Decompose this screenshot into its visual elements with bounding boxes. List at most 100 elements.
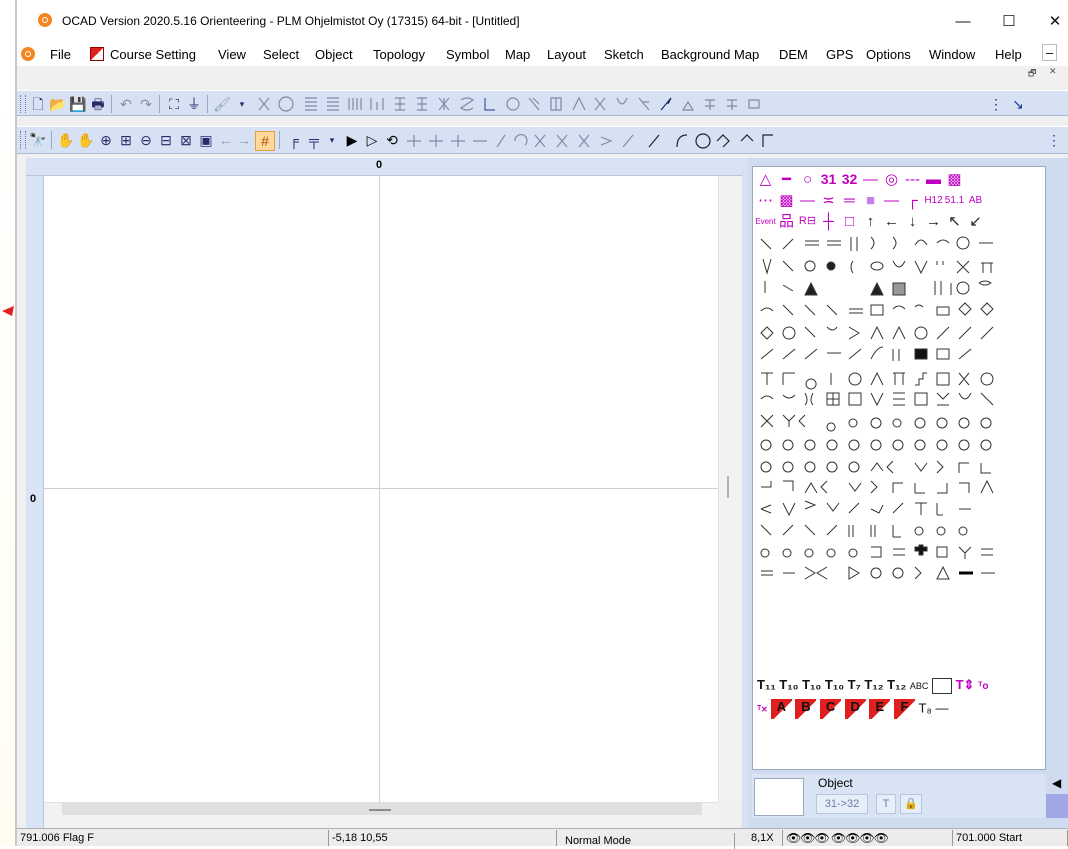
- symbol-dotted-line[interactable]: ⋯: [755, 190, 776, 211]
- select-outline-icon[interactable]: ▷: [363, 131, 381, 149]
- ruler2-icon[interactable]: ╤: [305, 131, 323, 149]
- zoom-all-icon[interactable]: ⊠: [177, 131, 195, 149]
- menu-sketch[interactable]: Sketch: [604, 47, 644, 62]
- vertical-scrollbar[interactable]: [718, 176, 742, 802]
- hand-zoom-icon[interactable]: ✋: [77, 131, 95, 149]
- course-label-flags-row[interactable]: ᵀ× A B C D E F T₈ —: [757, 699, 949, 719]
- status-mode[interactable]: Normal Mode: [557, 833, 735, 849]
- save-icon[interactable]: 💾: [69, 95, 87, 113]
- close-button[interactable]: ✕: [1038, 8, 1068, 36]
- menu-symbol[interactable]: Symbol: [446, 47, 489, 62]
- symbol-hatched-area[interactable]: ▩: [776, 190, 797, 211]
- minimize-button[interactable]: —: [946, 8, 980, 36]
- symbol-arrow-upleft[interactable]: ↖: [944, 211, 965, 232]
- scroll-thumb[interactable]: [727, 476, 729, 498]
- text-symbols-row[interactable]: T₁₁ T₁₀ T₁₀ T₁₀ T₇ T₁₂ T₁₂ ABC T⇕ ᵀo: [757, 677, 989, 694]
- symbol-line[interactable]: —: [881, 190, 902, 211]
- lasso-icon[interactable]: ⟲: [383, 131, 401, 149]
- select-arrow-icon[interactable]: ▶: [343, 131, 361, 149]
- frame-icon[interactable]: ⛶: [165, 95, 183, 113]
- symbol-forbidden-area[interactable]: ▩: [944, 169, 965, 190]
- symbol-arrow-right[interactable]: →: [923, 211, 944, 232]
- status-zoom[interactable]: 8,1X: [735, 830, 783, 846]
- panel-collapse-icon[interactable]: ◀: [1052, 776, 1064, 792]
- open-icon[interactable]: 📂: [49, 95, 67, 113]
- symbol-crossing[interactable]: ≍: [818, 190, 839, 211]
- symbol-finish[interactable]: ◎: [881, 169, 902, 190]
- maximize-button[interactable]: ☐: [992, 8, 1026, 36]
- symbol-dashed-line[interactable]: ---: [902, 169, 923, 190]
- brush-icon[interactable]: 🖌: [213, 95, 231, 113]
- symbol-event[interactable]: Event: [755, 211, 776, 232]
- menu-options[interactable]: Options: [866, 47, 911, 62]
- symbol-r-block[interactable]: 品: [776, 211, 797, 232]
- menu-course-setting[interactable]: Course Setting: [110, 47, 196, 62]
- mushroom-icon[interactable]: ⏚: [185, 95, 203, 113]
- print-icon[interactable]: 🖶: [89, 95, 107, 113]
- new-icon[interactable]: 🗋: [29, 95, 47, 113]
- undo-icon[interactable]: ↶: [117, 95, 135, 113]
- control-description-symbols[interactable]: [753, 233, 1047, 673]
- symbol-marked-route[interactable]: ▬: [923, 169, 944, 190]
- toolbar-more-icon[interactable]: ⋮: [1045, 131, 1063, 149]
- symbol-corner[interactable]: ┌: [902, 190, 923, 211]
- mdi-restore-button[interactable]: 🗗: [1028, 66, 1036, 82]
- symbol-line[interactable]: ━: [776, 169, 797, 190]
- ocad-menu-icon[interactable]: [21, 47, 35, 61]
- symbol-r-grid[interactable]: R⊟: [797, 211, 818, 232]
- zoom-in-icon[interactable]: ⊕: [97, 131, 115, 149]
- object-lock-icon[interactable]: 🔒: [900, 794, 922, 814]
- symbol-start-triangle[interactable]: △: [755, 169, 776, 190]
- symbol-square[interactable]: □: [839, 211, 860, 232]
- symbol-arrow-downleft[interactable]: ↙: [965, 211, 986, 232]
- symbol-grid[interactable]: △ ━ ○ 31 32 — ◎ --- ▬ ▩ ⋯ ▩ — ≍ ═ ■ — ┌ …: [752, 166, 1046, 770]
- toolbar-more-icon[interactable]: ⋮: [987, 95, 1005, 113]
- menu-view[interactable]: View: [218, 47, 246, 62]
- menu-select[interactable]: Select: [263, 47, 299, 62]
- symbol-arrow-down[interactable]: ↓: [902, 211, 923, 232]
- symbol-course-line[interactable]: —: [860, 169, 881, 190]
- symbol-filled-area[interactable]: ■: [860, 190, 881, 211]
- toolbar-grip[interactable]: [20, 95, 26, 113]
- menu-dem[interactable]: DEM: [779, 47, 808, 62]
- symbol-h12[interactable]: H12: [923, 190, 944, 211]
- menu-gps[interactable]: GPS: [826, 47, 853, 62]
- cursor-icon[interactable]: ↘: [1009, 95, 1027, 113]
- horizontal-scrollbar[interactable]: [44, 802, 718, 828]
- mdi-close-button[interactable]: ✕: [1049, 66, 1057, 77]
- symbol-arrow-up[interactable]: ↑: [860, 211, 881, 232]
- map-canvas[interactable]: [44, 176, 718, 802]
- zoom-out-icon[interactable]: ⊖: [137, 131, 155, 149]
- redo-icon[interactable]: ↷: [137, 95, 155, 113]
- menu-object[interactable]: Object: [315, 47, 353, 62]
- symbol-plus[interactable]: ┼: [818, 211, 839, 232]
- grid-snap-icon[interactable]: #: [255, 131, 275, 151]
- zoom-box-icon[interactable]: ▣: [197, 131, 215, 149]
- scroll-thumb[interactable]: [369, 809, 391, 811]
- symbol-control-circle[interactable]: ○: [797, 169, 818, 190]
- zoom-rect-icon[interactable]: ⊞: [117, 131, 135, 149]
- object-range-field[interactable]: 31->32: [816, 794, 868, 814]
- back-icon[interactable]: ←: [217, 131, 235, 149]
- dropdown-icon[interactable]: ▾: [323, 131, 341, 149]
- menu-window[interactable]: Window: [929, 47, 975, 62]
- forward-icon[interactable]: →: [235, 131, 253, 149]
- menu-topology[interactable]: Topology: [373, 47, 425, 62]
- symbol-double-line[interactable]: ═: [839, 190, 860, 211]
- object-text-button[interactable]: T: [876, 794, 896, 814]
- mdi-minimize-button[interactable]: –: [1042, 44, 1058, 61]
- symbol-code-32[interactable]: 32: [839, 169, 860, 190]
- menu-map[interactable]: Map: [505, 47, 530, 62]
- toolbar-grip[interactable]: [20, 131, 26, 149]
- hand-icon[interactable]: ✋: [57, 131, 75, 149]
- symbol-ab[interactable]: AB: [965, 190, 986, 211]
- status-visibility-icons[interactable]: 👁👁👁 👁👁👁👁: [783, 830, 953, 846]
- symbol-51-1[interactable]: 51.1: [944, 190, 965, 211]
- menu-background-map[interactable]: Background Map: [661, 47, 759, 62]
- menu-help[interactable]: Help: [995, 47, 1022, 62]
- menu-layout[interactable]: Layout: [547, 47, 586, 62]
- symbol-code-31[interactable]: 31: [818, 169, 839, 190]
- panel-tab[interactable]: [1046, 794, 1068, 818]
- symbol-line[interactable]: —: [797, 190, 818, 211]
- ruler-icon[interactable]: ╒: [285, 131, 303, 149]
